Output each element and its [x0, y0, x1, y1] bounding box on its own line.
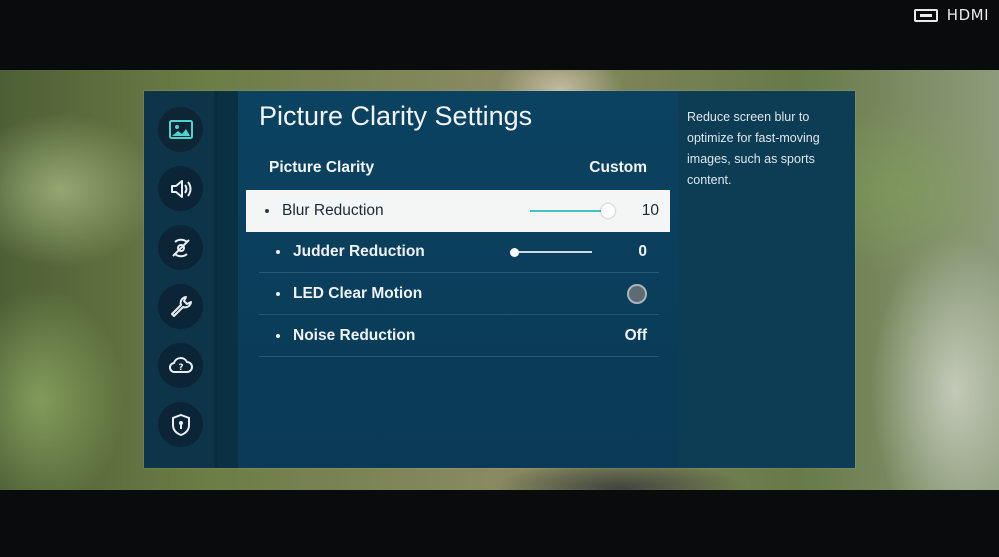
bullet-icon	[276, 292, 280, 296]
general-wrench-icon	[170, 295, 192, 317]
settings-list: Picture Clarity Settings Picture Clarity…	[238, 91, 678, 468]
letterbox-bottom	[0, 490, 999, 557]
privacy-shield-icon	[171, 413, 190, 436]
bullet-icon	[265, 209, 269, 213]
settings-panel: ? Picture Clarity Settings Picture Clari…	[144, 91, 855, 468]
picture-clarity-header[interactable]: Picture Clarity Custom	[269, 159, 647, 177]
judder-reduction-label: Judder Reduction	[293, 243, 425, 260]
sidebar-item-general[interactable]	[158, 284, 203, 329]
led-clear-motion-label: LED Clear Motion	[293, 285, 423, 302]
led-clear-motion-toggle[interactable]	[627, 284, 647, 304]
help-description: Reduce screen blur to optimize for fast-…	[678, 91, 855, 468]
menu-item-judder-reduction[interactable]: Judder Reduction 0	[259, 232, 659, 273]
input-source-label: HDMI	[946, 6, 989, 24]
picture-icon	[168, 119, 193, 139]
blur-reduction-value: 10	[641, 202, 659, 219]
noise-reduction-label: Noise Reduction	[293, 327, 416, 344]
menu-item-blur-reduction[interactable]: Blur Reduction 10	[246, 190, 670, 232]
sidebar-item-privacy[interactable]	[158, 402, 203, 447]
noise-reduction-value: Off	[624, 327, 647, 344]
slider-knob[interactable]	[509, 247, 519, 257]
sound-icon	[170, 179, 191, 198]
svg-text:?: ?	[178, 363, 183, 373]
judder-reduction-slider[interactable]	[509, 245, 593, 259]
slider-knob[interactable]	[600, 204, 615, 218]
letterbox-top	[0, 0, 999, 70]
sidebar-item-support[interactable]: ?	[158, 343, 203, 388]
blur-reduction-label: Blur Reduction	[282, 202, 384, 219]
hdmi-port-icon	[913, 8, 938, 22]
sidebar-item-picture[interactable]	[158, 107, 203, 152]
blur-reduction-slider[interactable]	[529, 204, 615, 218]
slider-fill	[529, 210, 608, 212]
support-cloud-icon: ?	[168, 356, 193, 373]
settings-sidebar: ?	[144, 91, 218, 468]
menu-item-noise-reduction[interactable]: Noise Reduction Off	[259, 316, 659, 357]
slider-track	[514, 251, 593, 253]
picture-clarity-value: Custom	[589, 159, 647, 176]
bullet-icon	[276, 334, 280, 338]
sidebar-item-broadcasting[interactable]	[158, 225, 203, 270]
picture-clarity-label: Picture Clarity	[269, 159, 375, 176]
bullet-icon	[276, 250, 280, 254]
menu-item-led-clear-motion[interactable]: LED Clear Motion	[259, 274, 659, 315]
input-source-indicator: HDMI	[913, 6, 989, 24]
sidebar-divider	[218, 91, 238, 468]
page-title: Picture Clarity Settings	[259, 101, 533, 131]
sidebar-item-sound[interactable]	[158, 166, 203, 211]
judder-reduction-value: 0	[638, 243, 647, 260]
broadcasting-icon	[171, 238, 190, 257]
